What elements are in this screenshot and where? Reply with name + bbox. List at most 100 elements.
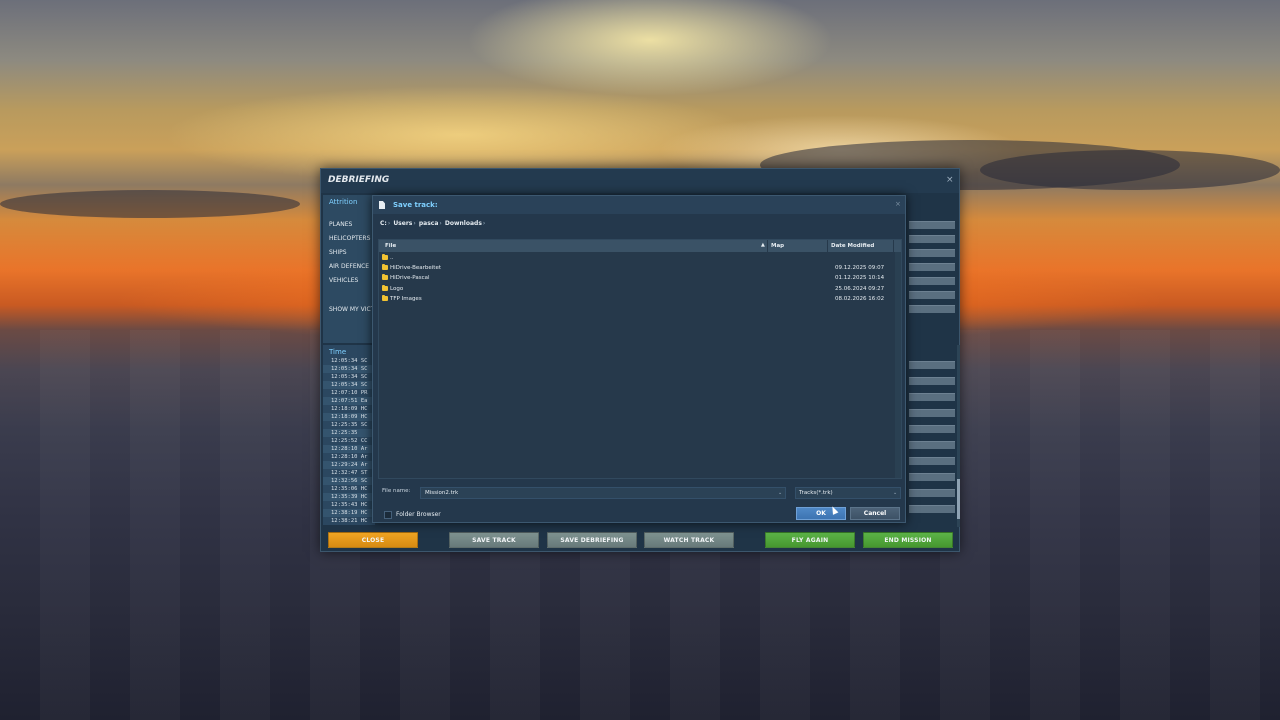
file-date: 25.06.2024 09:27 — [835, 286, 885, 292]
attrition-helicopters[interactable]: HELICOPTERS — [329, 235, 370, 242]
save-debriefing-button[interactable]: SAVE DEBRIEFING — [547, 532, 637, 548]
file-row[interactable]: HiDrive-Bearbeitet 09.12.2025 09:07 — [379, 263, 901, 273]
file-row[interactable]: TFP Images 08.02.2026 16:02 — [379, 294, 901, 304]
save-track-dialog: Save track: × C:› Users› pasca› Download… — [372, 195, 906, 523]
debrief-scrollbar-thumb[interactable] — [957, 479, 960, 519]
timeline-row[interactable]: 12:25:52 CC — [323, 437, 375, 445]
file-date: 08.02.2026 16:02 — [835, 296, 885, 302]
file-row-parent[interactable]: .. — [379, 253, 901, 263]
attrition-air-defence[interactable]: AIR DEFENCE — [329, 263, 369, 270]
timeline-event: SC — [360, 382, 368, 388]
file-name: HiDrive-Pascal — [390, 275, 430, 281]
breadcrumb-user[interactable]: pasca — [419, 220, 439, 227]
timeline-row[interactable]: 12:38:19 HC — [323, 509, 375, 517]
list-strip — [909, 263, 955, 271]
timeline-time: 12:05:34 — [331, 374, 358, 380]
column-map[interactable]: Map — [771, 243, 784, 249]
breadcrumb-drive[interactable]: C: — [380, 220, 387, 227]
chevron-down-icon[interactable]: ⌄ — [893, 490, 897, 496]
timeline-row[interactable]: 12:32:56 SC — [323, 477, 375, 485]
timeline-row[interactable]: 12:25:35 SC — [323, 421, 375, 429]
list-strip — [909, 305, 955, 313]
timeline-time: 12:35:43 — [331, 502, 358, 508]
chevron-down-icon[interactable]: ⌄ — [778, 490, 782, 496]
file-name: HiDrive-Bearbeitet — [390, 265, 442, 271]
file-name-input[interactable]: Mission2.trk — [420, 487, 786, 499]
timeline-panel: Time 12:05:34 SC 12:05:34 SC 12:05:34 SC 12… — [323, 345, 375, 525]
attrition-planes[interactable]: PLANES — [329, 221, 352, 228]
folder-icon — [382, 285, 388, 291]
chevron-right-icon: › — [482, 220, 486, 227]
file-date: 09.12.2025 09:07 — [835, 265, 885, 271]
file-list-header: File ▲ Map Date Modified — [379, 240, 901, 252]
attrition-ships[interactable]: SHIPS — [329, 249, 347, 256]
timeline-row[interactable]: 12:35:06 HC — [323, 485, 375, 493]
list-strip — [909, 361, 955, 369]
column-divider[interactable] — [893, 240, 894, 252]
attrition-vehicles[interactable]: VEHICLES — [329, 277, 358, 284]
watch-track-button[interactable]: WATCH TRACK — [644, 532, 734, 548]
column-file[interactable]: File — [385, 243, 396, 249]
dialog-close-icon[interactable]: × — [895, 200, 901, 208]
chevron-right-icon: › — [413, 220, 416, 227]
timeline-row[interactable]: 12:07:51 Ea — [323, 397, 375, 405]
file-name: .. — [390, 255, 394, 261]
timeline-row[interactable]: 12:05:34 SC — [323, 365, 375, 373]
file-date: 01.12.2025 10:14 — [835, 275, 885, 281]
end-mission-button[interactable]: END MISSION — [863, 532, 953, 548]
save-track-button[interactable]: SAVE TRACK — [449, 532, 539, 548]
timeline-row[interactable]: 12:28:10 Ar — [323, 453, 375, 461]
breadcrumb-users[interactable]: Users — [393, 220, 412, 227]
chevron-right-icon: › — [439, 220, 442, 227]
timeline-time: 12:05:34 — [331, 366, 358, 372]
column-divider[interactable] — [767, 240, 768, 252]
list-strip — [909, 291, 955, 299]
timeline-row[interactable]: 12:35:39 HC — [323, 493, 375, 501]
close-button[interactable]: CLOSE — [328, 532, 418, 548]
timeline-row[interactable]: 12:32:47 ST — [323, 469, 375, 477]
file-row[interactable]: Logo 25.06.2024 09:27 — [379, 284, 901, 294]
timeline-time: 12:25:35 — [331, 422, 358, 428]
folder-icon — [382, 274, 388, 280]
debriefing-title: DEBRIEFING — [328, 175, 390, 185]
timeline-time: 12:29:24 — [331, 462, 358, 468]
timeline-row[interactable]: 12:18:09 HC — [323, 413, 375, 421]
timeline-event: Ea — [360, 398, 368, 404]
folder-icon — [382, 254, 388, 260]
timeline-row[interactable]: 12:29:24 Ar — [323, 461, 375, 469]
timeline-event: HC — [360, 502, 368, 508]
timeline-time: 12:07:51 — [331, 398, 358, 404]
close-icon[interactable]: × — [946, 175, 954, 185]
timeline-event: HC — [360, 518, 368, 524]
timeline-row[interactable]: 12:18:09 HC — [323, 405, 375, 413]
attrition-header[interactable]: Attrition — [329, 198, 357, 206]
column-divider[interactable] — [827, 240, 828, 252]
timeline-time: 12:28:10 — [331, 454, 358, 460]
timeline-row[interactable]: 12:05:34 SC — [323, 373, 375, 381]
fly-again-button[interactable]: FLY AGAIN — [765, 532, 855, 548]
show-my-victories[interactable]: SHOW MY VICT — [329, 306, 374, 313]
file-list-scrollbar[interactable] — [895, 252, 901, 478]
timeline-row[interactable]: 12:05:34 SC — [323, 357, 375, 365]
timeline-row[interactable]: 12:38:21 HC — [323, 517, 375, 525]
timeline-event: Ar — [360, 462, 368, 468]
file-name-label: File name: — [382, 488, 411, 494]
breadcrumb-downloads[interactable]: Downloads — [445, 220, 482, 227]
timeline-row[interactable]: 12:25:35 — [323, 429, 375, 437]
timeline-event: SC — [360, 478, 368, 484]
timeline-row[interactable]: 12:05:34 SC — [323, 381, 375, 389]
file-row[interactable]: HiDrive-Pascal 01.12.2025 10:14 — [379, 273, 901, 283]
file-type-select[interactable]: Tracks(*.trk) — [795, 487, 901, 499]
column-date-modified[interactable]: Date Modified — [831, 243, 874, 249]
timeline-time: 12:38:21 — [331, 518, 358, 524]
timeline-row[interactable]: 12:07:10 PR — [323, 389, 375, 397]
cancel-button[interactable]: Cancel — [850, 507, 900, 520]
sort-ascending-icon: ▲ — [761, 242, 765, 248]
timeline-time: 12:05:34 — [331, 358, 358, 364]
file-icon — [379, 201, 385, 209]
timeline-row[interactable]: 12:28:10 Ar — [323, 445, 375, 453]
timeline-row[interactable]: 12:35:43 HC — [323, 501, 375, 509]
dark-cloud — [0, 190, 300, 218]
ok-button[interactable]: OK — [796, 507, 846, 520]
folder-browser-checkbox[interactable] — [384, 511, 392, 519]
